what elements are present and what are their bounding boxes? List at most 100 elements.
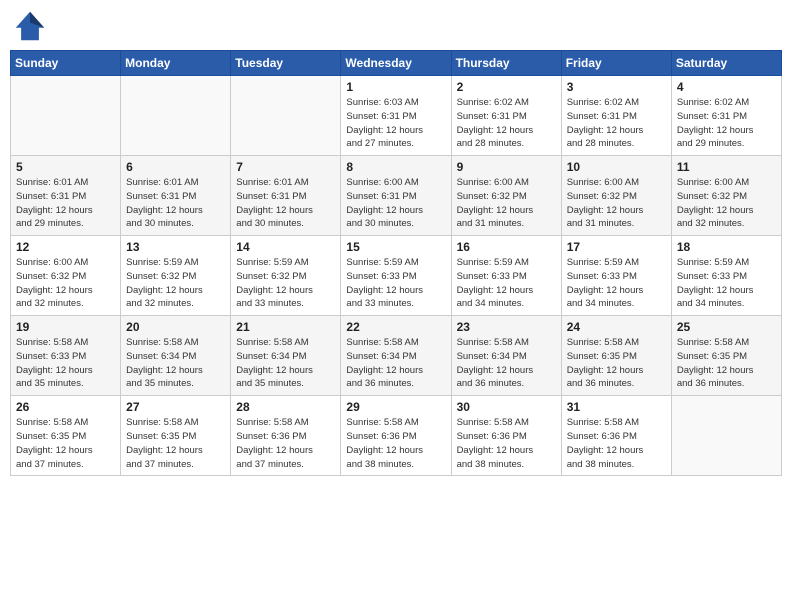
day-number: 6: [126, 160, 225, 174]
calendar-cell: 25 Sunrise: 5:58 AMSunset: 6:35 PMDayligh…: [671, 316, 781, 396]
day-number: 31: [567, 400, 666, 414]
day-number: 1: [346, 80, 445, 94]
day-number: 29: [346, 400, 445, 414]
day-info: Sunrise: 6:02 AMSunset: 6:31 PMDaylight:…: [567, 96, 666, 151]
calendar-cell: 6Sunrise: 6:01 AMSunset: 6:31 PMDaylight…: [121, 156, 231, 236]
day-info: Sunrise: 5:59 AMSunset: 6:33 PMDaylight:…: [346, 256, 445, 311]
calendar-cell: 7 Sunrise: 6:01 AMSunset: 6:31 PMDaylight…: [231, 156, 341, 236]
day-info: Sunrise: 6:01 AMSunset: 6:31 PMDaylight:…: [16, 176, 115, 231]
day-number: 10: [567, 160, 666, 174]
day-number: 15: [346, 240, 445, 254]
day-number: 4: [677, 80, 776, 94]
calendar-cell: [121, 76, 231, 156]
day-number: 18: [677, 240, 776, 254]
calendar-cell: 13Sunrise: 5:59 AMSunset: 6:32 PMDayligh…: [121, 236, 231, 316]
day-info: Sunrise: 5:58 AMSunset: 6:36 PMDaylight:…: [236, 416, 335, 471]
day-info: Sunrise: 5:59 AMSunset: 6:33 PMDaylight:…: [677, 256, 776, 311]
day-number: 8: [346, 160, 445, 174]
day-number: 7: [236, 160, 335, 174]
day-number: 30: [457, 400, 556, 414]
day-info: Sunrise: 5:59 AMSunset: 6:33 PMDaylight:…: [457, 256, 556, 311]
calendar-cell: [11, 76, 121, 156]
calendar-cell: 17 Sunrise: 5:59 AMSunset: 6:33 PMDayligh…: [561, 236, 671, 316]
day-info: Sunrise: 5:59 AMSunset: 6:32 PMDaylight:…: [236, 256, 335, 311]
header-cell-sunday: Sunday: [11, 51, 121, 76]
calendar-cell: 18 Sunrise: 5:59 AMSunset: 6:33 PMDayligh…: [671, 236, 781, 316]
day-info: Sunrise: 6:00 AMSunset: 6:32 PMDaylight:…: [677, 176, 776, 231]
calendar-header-row: SundayMondayTuesdayWednesdayThursdayFrid…: [11, 51, 782, 76]
calendar-cell: 14 Sunrise: 5:59 AMSunset: 6:32 PMDayligh…: [231, 236, 341, 316]
day-number: 17: [567, 240, 666, 254]
day-number: 20: [126, 320, 225, 334]
day-number: 21: [236, 320, 335, 334]
day-info: Sunrise: 5:58 AMSunset: 6:34 PMDaylight:…: [126, 336, 225, 391]
calendar-cell: 12Sunrise: 6:00 AMSunset: 6:32 PMDayligh…: [11, 236, 121, 316]
day-info: Sunrise: 5:58 AMSunset: 6:34 PMDaylight:…: [236, 336, 335, 391]
calendar-cell: 21 Sunrise: 5:58 AMSunset: 6:34 PMDayligh…: [231, 316, 341, 396]
calendar-cell: 8 Sunrise: 6:00 AMSunset: 6:31 PMDaylight…: [341, 156, 451, 236]
calendar-week-5: 26 Sunrise: 5:58 AMSunset: 6:35 PMDayligh…: [11, 396, 782, 476]
header-cell-thursday: Thursday: [451, 51, 561, 76]
logo: [14, 10, 48, 42]
day-info: Sunrise: 5:58 AMSunset: 6:36 PMDaylight:…: [567, 416, 666, 471]
calendar-cell: 11Sunrise: 6:00 AMSunset: 6:32 PMDayligh…: [671, 156, 781, 236]
day-info: Sunrise: 6:00 AMSunset: 6:32 PMDaylight:…: [457, 176, 556, 231]
calendar-body: 1Sunrise: 6:03 AMSunset: 6:31 PMDaylight…: [11, 76, 782, 476]
calendar-cell: 31 Sunrise: 5:58 AMSunset: 6:36 PMDayligh…: [561, 396, 671, 476]
day-info: Sunrise: 5:58 AMSunset: 6:35 PMDaylight:…: [16, 416, 115, 471]
calendar-cell: 23Sunrise: 5:58 AMSunset: 6:34 PMDayligh…: [451, 316, 561, 396]
day-info: Sunrise: 5:58 AMSunset: 6:35 PMDaylight:…: [677, 336, 776, 391]
calendar-week-1: 1Sunrise: 6:03 AMSunset: 6:31 PMDaylight…: [11, 76, 782, 156]
calendar-week-3: 12Sunrise: 6:00 AMSunset: 6:32 PMDayligh…: [11, 236, 782, 316]
day-info: Sunrise: 6:02 AMSunset: 6:31 PMDaylight:…: [457, 96, 556, 151]
day-info: Sunrise: 5:58 AMSunset: 6:35 PMDaylight:…: [567, 336, 666, 391]
day-number: 16: [457, 240, 556, 254]
calendar-cell: 28 Sunrise: 5:58 AMSunset: 6:36 PMDayligh…: [231, 396, 341, 476]
calendar-cell: 3Sunrise: 6:02 AMSunset: 6:31 PMDaylight…: [561, 76, 671, 156]
day-info: Sunrise: 6:01 AMSunset: 6:31 PMDaylight:…: [236, 176, 335, 231]
header-cell-saturday: Saturday: [671, 51, 781, 76]
day-number: 5: [16, 160, 115, 174]
calendar-cell: [671, 396, 781, 476]
day-number: 19: [16, 320, 115, 334]
calendar-cell: 20 Sunrise: 5:58 AMSunset: 6:34 PMDayligh…: [121, 316, 231, 396]
day-number: 2: [457, 80, 556, 94]
day-number: 9: [457, 160, 556, 174]
day-number: 13: [126, 240, 225, 254]
day-info: Sunrise: 6:00 AMSunset: 6:32 PMDaylight:…: [567, 176, 666, 231]
day-info: Sunrise: 6:02 AMSunset: 6:31 PMDaylight:…: [677, 96, 776, 151]
calendar-cell: 5 Sunrise: 6:01 AMSunset: 6:31 PMDaylight…: [11, 156, 121, 236]
day-number: 23: [457, 320, 556, 334]
day-info: Sunrise: 5:58 AMSunset: 6:35 PMDaylight:…: [126, 416, 225, 471]
header-cell-friday: Friday: [561, 51, 671, 76]
calendar-cell: 30Sunrise: 5:58 AMSunset: 6:36 PMDayligh…: [451, 396, 561, 476]
day-info: Sunrise: 5:58 AMSunset: 6:33 PMDaylight:…: [16, 336, 115, 391]
day-number: 26: [16, 400, 115, 414]
calendar-cell: 27 Sunrise: 5:58 AMSunset: 6:35 PMDayligh…: [121, 396, 231, 476]
calendar-cell: [231, 76, 341, 156]
header-cell-wednesday: Wednesday: [341, 51, 451, 76]
day-info: Sunrise: 6:00 AMSunset: 6:31 PMDaylight:…: [346, 176, 445, 231]
calendar-cell: 4 Sunrise: 6:02 AMSunset: 6:31 PMDaylight…: [671, 76, 781, 156]
page-header: [10, 10, 782, 42]
calendar-table: SundayMondayTuesdayWednesdayThursdayFrid…: [10, 50, 782, 476]
day-info: Sunrise: 5:59 AMSunset: 6:33 PMDaylight:…: [567, 256, 666, 311]
day-number: 14: [236, 240, 335, 254]
calendar-cell: 19 Sunrise: 5:58 AMSunset: 6:33 PMDayligh…: [11, 316, 121, 396]
calendar-cell: 9 Sunrise: 6:00 AMSunset: 6:32 PMDaylight…: [451, 156, 561, 236]
day-number: 22: [346, 320, 445, 334]
day-info: Sunrise: 5:58 AMSunset: 6:36 PMDaylight:…: [346, 416, 445, 471]
day-info: Sunrise: 5:58 AMSunset: 6:34 PMDaylight:…: [346, 336, 445, 391]
day-number: 24: [567, 320, 666, 334]
logo-icon: [14, 10, 46, 42]
calendar-cell: 16 Sunrise: 5:59 AMSunset: 6:33 PMDayligh…: [451, 236, 561, 316]
calendar-cell: 29 Sunrise: 5:58 AMSunset: 6:36 PMDayligh…: [341, 396, 451, 476]
calendar-cell: 24 Sunrise: 5:58 AMSunset: 6:35 PMDayligh…: [561, 316, 671, 396]
day-number: 27: [126, 400, 225, 414]
header-cell-monday: Monday: [121, 51, 231, 76]
day-number: 25: [677, 320, 776, 334]
day-number: 28: [236, 400, 335, 414]
calendar-cell: 1Sunrise: 6:03 AMSunset: 6:31 PMDaylight…: [341, 76, 451, 156]
calendar-week-4: 19 Sunrise: 5:58 AMSunset: 6:33 PMDayligh…: [11, 316, 782, 396]
calendar-cell: 2 Sunrise: 6:02 AMSunset: 6:31 PMDaylight…: [451, 76, 561, 156]
